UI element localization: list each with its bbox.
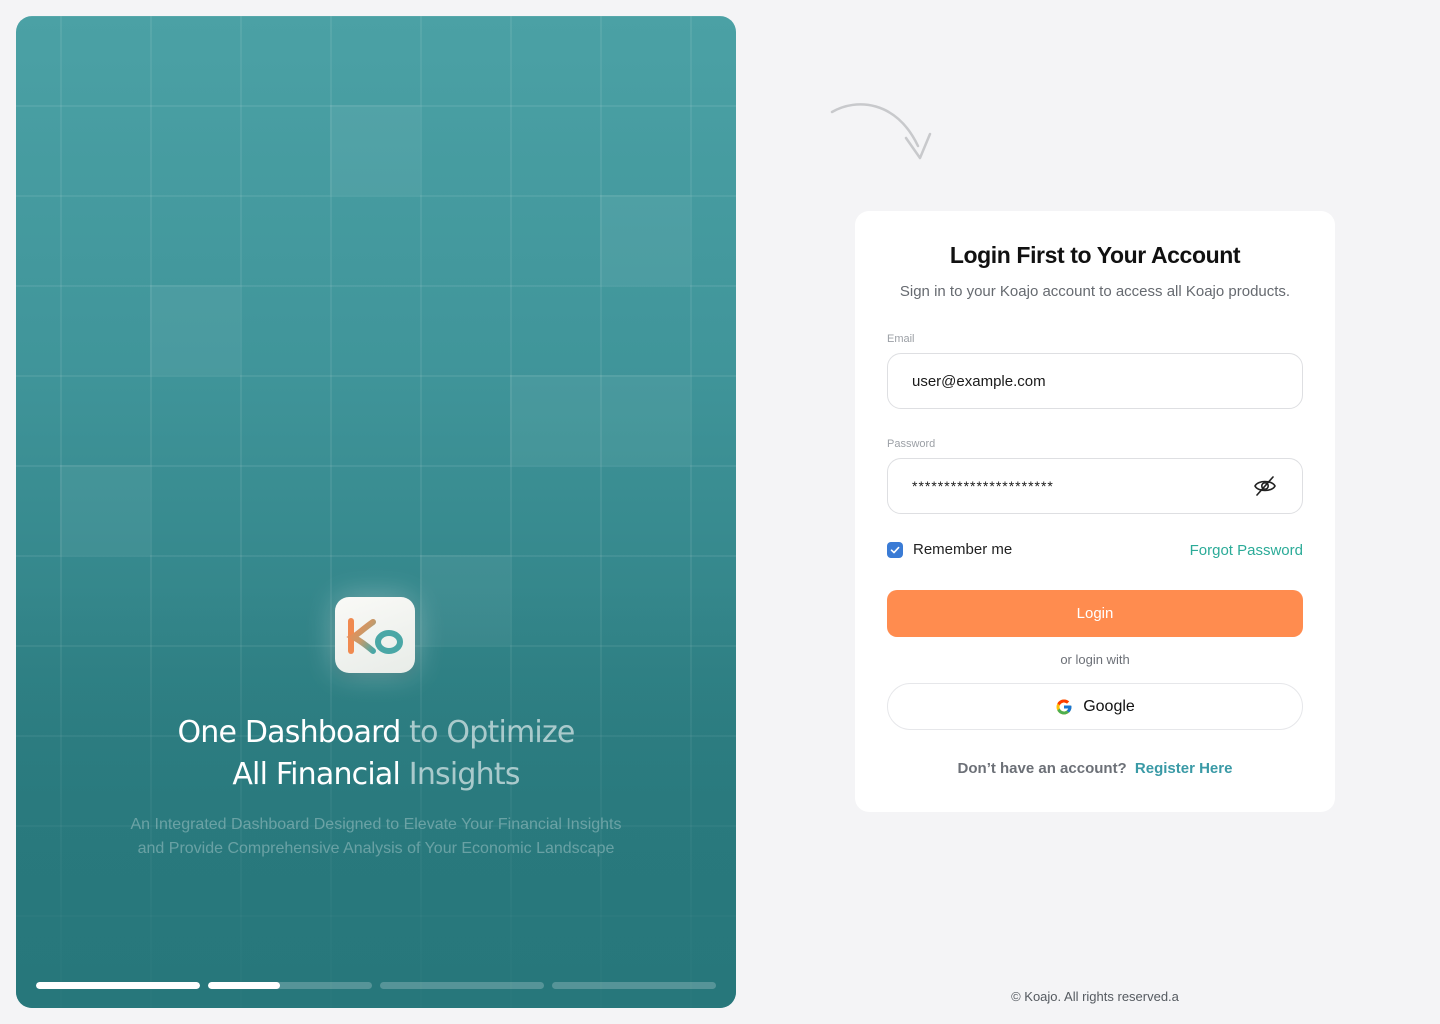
google-login-button[interactable]: Google (887, 683, 1303, 730)
google-button-label: Google (1083, 697, 1135, 715)
password-label: Password (887, 438, 936, 450)
slide-progress-bar[interactable] (208, 982, 372, 989)
login-title: Login First to Your Account (949, 242, 1241, 268)
hero-title-line2-bright: All Financial (232, 757, 401, 792)
remember-me-checkbox[interactable] (887, 541, 903, 558)
hero-title-line1-muted: to Optimize (400, 715, 575, 750)
hero-subtitle-line2: and Provide Comprehensive Analysis of Yo… (137, 840, 615, 857)
password-visibility-toggle[interactable] (1252, 473, 1278, 499)
hero-headline: One Dashboard to Optimize All Financial … (16, 712, 736, 796)
eye-off-icon (1254, 476, 1276, 496)
forgot-password-link[interactable]: Forgot Password (1190, 542, 1303, 559)
remember-me[interactable]: Remember me (887, 541, 1012, 558)
hero-grid-tile (330, 105, 420, 195)
hero-grid-tile (60, 465, 150, 555)
curved-arrow-icon (830, 103, 932, 160)
footer-copyright: © Koajo. All rights reserved.a (1011, 989, 1179, 1004)
hero-title-line2-muted: Insights (400, 757, 521, 792)
email-field-wrapper (887, 353, 1303, 409)
no-account-text: Don’t have an account? (957, 760, 1127, 777)
hero-grid-tile (600, 195, 690, 285)
login-button[interactable]: Login (887, 590, 1303, 637)
slide-progress-fill (208, 982, 281, 989)
email-field[interactable] (912, 372, 1278, 390)
hero-grid-tile (510, 375, 600, 465)
hero-subtitle-line1: An Integrated Dashboard Designed to Elev… (130, 816, 622, 833)
hero-grid-tile (600, 375, 690, 465)
register-link[interactable]: Register Here (1135, 760, 1233, 777)
slide-progress-indicator (36, 982, 716, 989)
hero-panel: One Dashboard to Optimize All Financial … (16, 16, 736, 1008)
login-subtitle: Sign in to your Koajo account to access … (899, 283, 1291, 300)
slide-progress-bar[interactable] (380, 982, 544, 989)
koajo-logo-mark (346, 618, 403, 654)
slide-progress-fill (36, 982, 200, 989)
remember-me-label: Remember me (913, 541, 1013, 558)
hero-title-line1-bright: One Dashboard (177, 715, 401, 750)
or-login-with-text: or login with (1060, 652, 1130, 667)
hero-subtitle: An Integrated Dashboard Designed to Elev… (106, 813, 646, 861)
check-icon (890, 546, 900, 553)
hero-grid-tile (150, 285, 240, 375)
password-value: ********************** (912, 478, 1054, 494)
login-card: Login First to Your Account Sign in to y… (855, 211, 1335, 812)
register-prompt: Don’t have an account? Register Here (855, 760, 1335, 777)
slide-progress-bar[interactable] (552, 982, 716, 989)
email-label: Email (887, 333, 915, 345)
password-field[interactable]: ********************** (887, 458, 1303, 514)
koajo-logo (335, 597, 415, 673)
google-icon (1056, 699, 1072, 714)
slide-progress-bar[interactable] (36, 982, 200, 989)
